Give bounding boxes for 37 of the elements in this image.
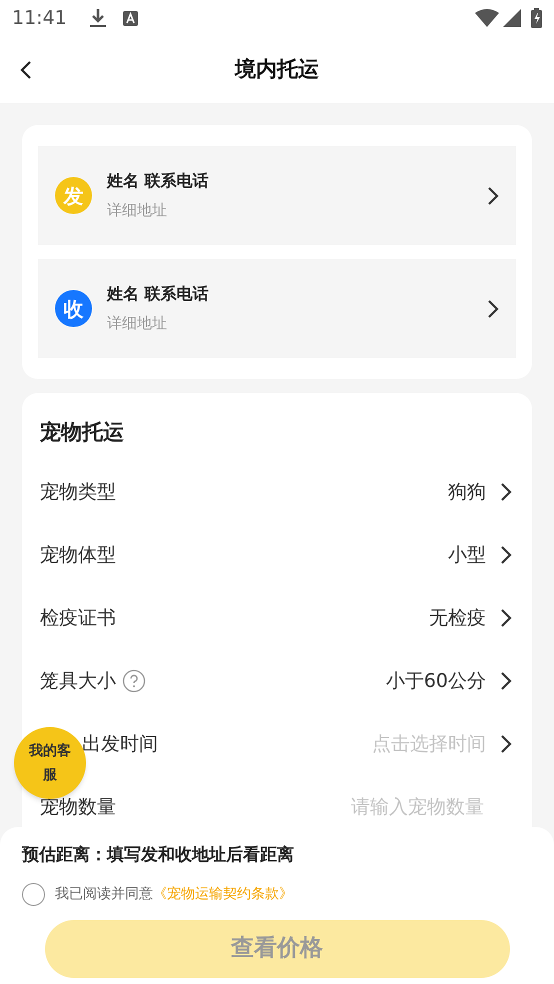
- row-label: 宠物类型: [40, 480, 116, 505]
- chevron-icon: [487, 186, 499, 206]
- download-icon: [88, 8, 107, 28]
- row-value[interactable]: 小型: [448, 540, 486, 570]
- distance-text: 预估距离：填写发和收地址后看距离: [22, 844, 295, 867]
- help-icon[interactable]: [122, 669, 146, 693]
- agree-text: 我已阅读并同意: [55, 884, 153, 904]
- status-time: 11:41: [12, 6, 67, 31]
- row-label: 笼具大小: [40, 668, 116, 694]
- chevron-icon: [500, 608, 512, 628]
- contact-address: 详细地址: [107, 200, 168, 222]
- chevron-icon: [487, 298, 499, 318]
- row-value[interactable]: 狗狗: [448, 478, 486, 506]
- contact-name: 姓名 联系电话: [107, 170, 210, 192]
- back-icon[interactable]: [19, 60, 33, 80]
- row-label: 宠物体型: [40, 542, 116, 568]
- chevron-icon: [500, 671, 512, 691]
- chevron-icon: [500, 734, 512, 754]
- battery-icon: [531, 8, 542, 28]
- contact-badge: 收: [55, 290, 92, 327]
- chevron-icon: [500, 482, 512, 502]
- section-title: 宠物托运: [40, 419, 125, 446]
- contact-row[interactable]: 收 姓名 联系电话 详细地址: [38, 259, 516, 358]
- row-value[interactable]: 小于60公分: [386, 666, 486, 696]
- row-label: 检疫证书: [40, 606, 116, 631]
- contact-badge: 发: [55, 177, 92, 214]
- contact-row[interactable]: 发 姓名 联系电话 详细地址: [38, 146, 516, 245]
- contact-name: 姓名 联系电话: [107, 283, 210, 306]
- contact-address: 详细地址: [107, 313, 168, 334]
- signal-icon: [503, 9, 521, 27]
- agree-checkbox[interactable]: [22, 882, 45, 906]
- quantity-input[interactable]: 请输入宠物数量: [304, 792, 484, 822]
- page-title: 境内托运: [235, 56, 319, 83]
- row-value[interactable]: 无检疫: [429, 604, 486, 632]
- wifi-icon: [475, 9, 499, 27]
- keyboard-icon: [122, 10, 138, 26]
- chevron-icon: [500, 545, 512, 565]
